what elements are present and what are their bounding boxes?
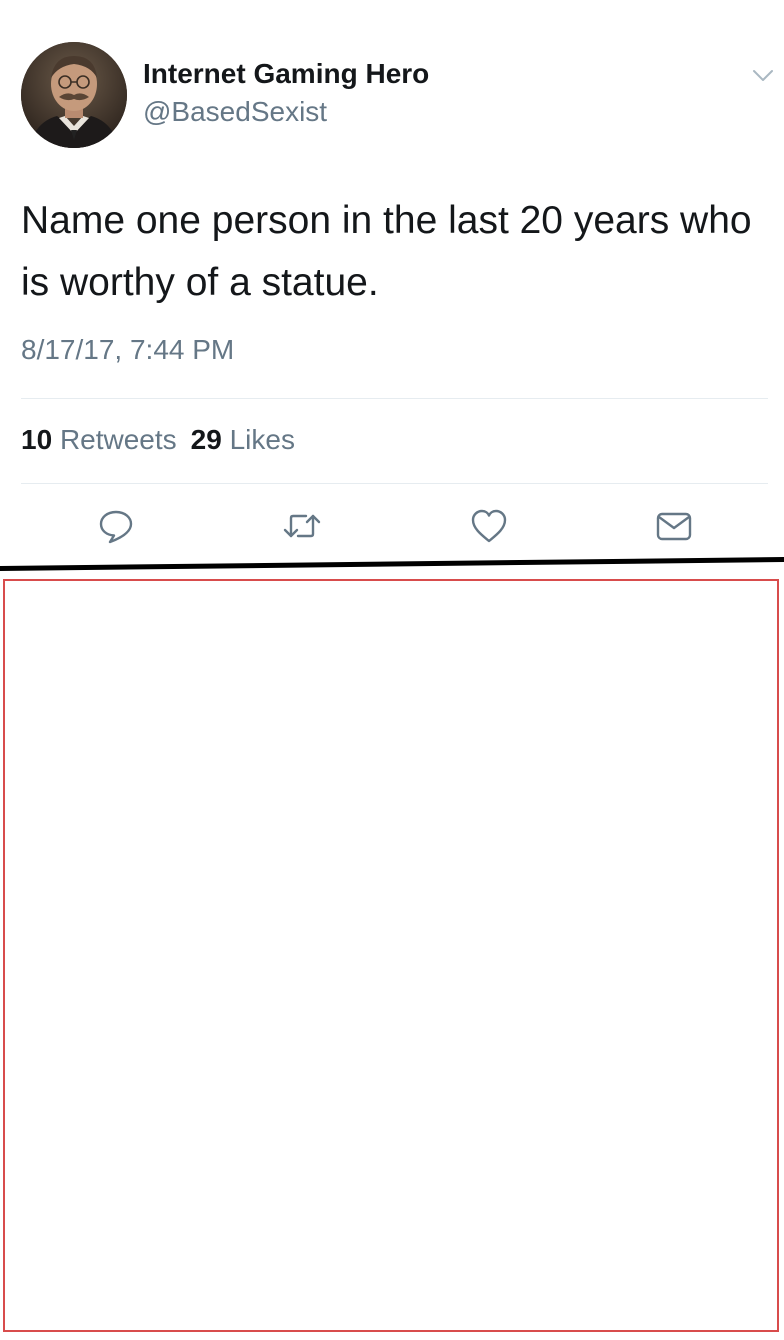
- likes-count: 29: [190, 424, 222, 455]
- retweets-label: Retweets: [59, 424, 177, 455]
- like-button[interactable]: [469, 506, 509, 546]
- retweets-count: 10: [21, 424, 53, 455]
- author-display-name[interactable]: Internet Gaming Hero: [143, 58, 429, 90]
- avatar[interactable]: [21, 42, 127, 148]
- direct-message-icon: [656, 512, 692, 541]
- reply-button[interactable]: [96, 506, 136, 546]
- divider: [21, 483, 768, 484]
- author-handle[interactable]: @BasedSexist: [143, 96, 327, 128]
- retweet-button[interactable]: [282, 506, 322, 546]
- tweet-stats: 10 Retweets 29 Likes: [21, 424, 295, 456]
- separator-line: [0, 557, 784, 571]
- avatar-portrait-icon: [21, 42, 127, 148]
- empty-panel: [3, 579, 779, 1332]
- like-stat[interactable]: 29 Likes: [191, 424, 295, 455]
- like-icon: [471, 509, 507, 543]
- retweet-icon: [283, 514, 321, 538]
- tweet-text: Name one person in the last 20 years who…: [21, 199, 752, 304]
- tweet-card: Internet Gaming Hero @BasedSexist Name o…: [0, 0, 784, 556]
- likes-label: Likes: [229, 424, 295, 455]
- reply-icon: [99, 510, 133, 544]
- retweet-stat[interactable]: 10 Retweets: [21, 424, 177, 455]
- chevron-down-icon[interactable]: [749, 66, 777, 86]
- divider: [21, 398, 768, 399]
- tweet-timestamp[interactable]: 8/17/17, 7:44 PM: [21, 334, 234, 366]
- direct-message-button[interactable]: [654, 506, 694, 546]
